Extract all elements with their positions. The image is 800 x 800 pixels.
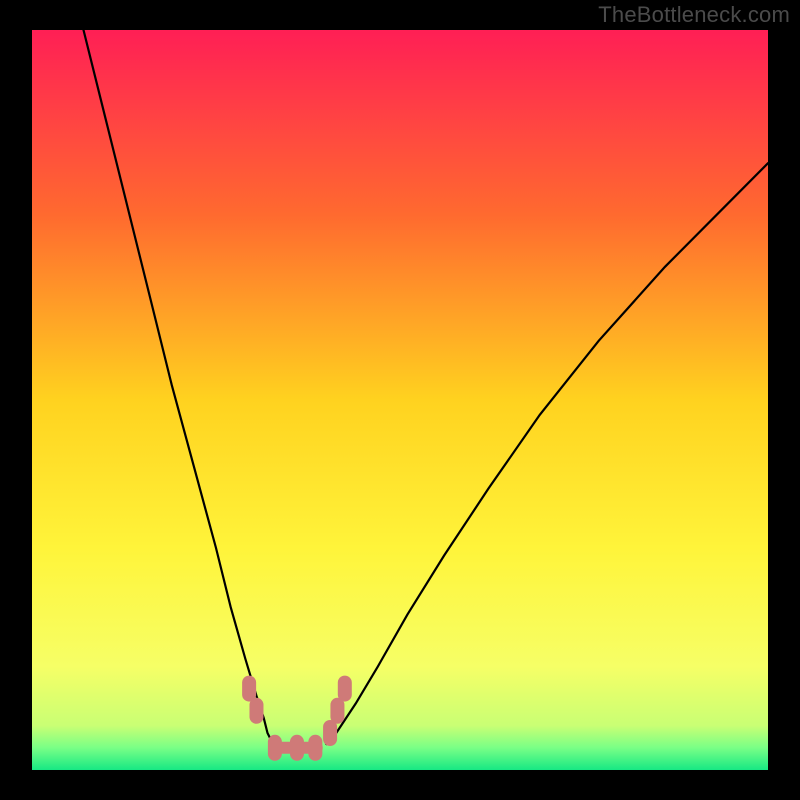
bottom-mark [242, 676, 256, 702]
bottom-mark [338, 676, 352, 702]
bottom-mark [323, 720, 337, 746]
bottom-mark-bar [271, 742, 323, 754]
plot-svg [32, 30, 768, 770]
bottom-mark [249, 698, 263, 724]
bottom-mark [330, 698, 344, 724]
gradient-background [32, 30, 768, 770]
bottleneck-plot [32, 30, 768, 770]
chart-frame: TheBottleneck.com [0, 0, 800, 800]
watermark-text: TheBottleneck.com [598, 2, 790, 28]
